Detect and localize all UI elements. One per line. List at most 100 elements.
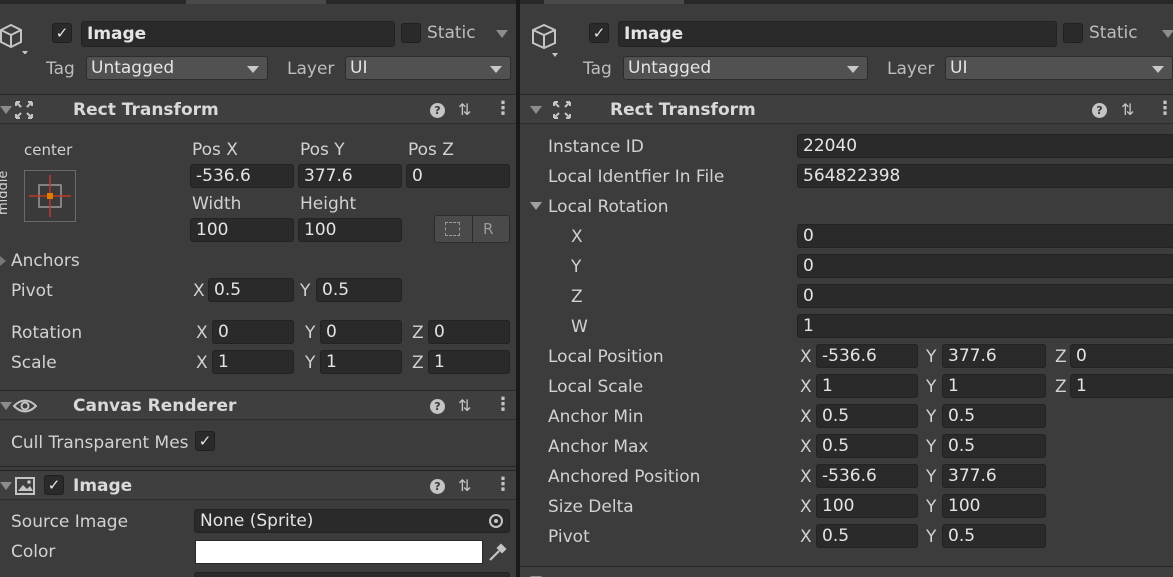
static-dropdown-arrow-icon[interactable] — [1162, 30, 1173, 38]
size-delta-x-field[interactable]: 100 — [816, 494, 918, 518]
pivot-y-field[interactable]: 0.5 — [942, 524, 1046, 548]
rotation-w-label: W — [571, 317, 588, 337]
anchor-preset-button[interactable] — [24, 170, 76, 222]
help-icon[interactable]: ? — [430, 103, 445, 118]
pivot-y-field[interactable]: 0.5 — [316, 278, 402, 302]
rect-transform-header[interactable]: Rect Transform ? ⇅ ⋮ — [0, 94, 516, 124]
pivot-label: Pivot — [548, 527, 590, 547]
cull-transparent-checkbox[interactable]: ✓ — [195, 431, 215, 451]
local-rotation-label[interactable]: Local Rotation — [548, 196, 669, 218]
size-delta-y-field[interactable]: 100 — [942, 494, 1046, 518]
object-picker-icon[interactable] — [489, 514, 503, 528]
next-component-header-partial[interactable] — [520, 566, 1173, 577]
pivot-x-field[interactable]: 0.5 — [208, 278, 294, 302]
pos-z-field[interactable]: 0 — [406, 164, 510, 188]
kebab-menu-icon[interactable]: ⋮ — [494, 395, 512, 415]
foldout-arrow-icon[interactable] — [0, 402, 12, 410]
foldout-arrow-icon[interactable] — [530, 106, 542, 114]
rotation-x-field[interactable]: 0 — [797, 224, 1173, 248]
local-position-y-field[interactable]: 377.6 — [942, 344, 1046, 368]
width-field[interactable]: 100 — [190, 218, 294, 242]
height-field[interactable]: 100 — [298, 218, 402, 242]
layer-dropdown[interactable]: UI — [945, 56, 1173, 80]
preset-sliders-icon[interactable]: ⇅ — [458, 396, 471, 416]
image-component-header[interactable]: ✓ Image ? ⇅ ⋮ — [0, 470, 516, 500]
local-scale-z-field[interactable]: 1 — [1070, 374, 1173, 398]
kebab-menu-icon[interactable]: ⋮ — [1156, 99, 1173, 119]
help-icon[interactable]: ? — [430, 479, 445, 494]
anchor-max-x-field[interactable]: 0.5 — [816, 434, 918, 458]
anchor-preset-icon — [29, 175, 71, 217]
tag-dropdown[interactable]: Untagged — [623, 56, 868, 80]
material-field-partial[interactable] — [194, 572, 510, 577]
anchored-position-y-field[interactable]: 377.6 — [942, 464, 1046, 488]
rotation-y-field[interactable]: 0 — [797, 254, 1173, 278]
button-divider — [472, 216, 473, 242]
local-position-z-field[interactable]: 0 — [1070, 344, 1173, 368]
rotation-x-label: X — [571, 227, 583, 247]
rotation-y-field[interactable]: 0 — [320, 320, 402, 344]
color-swatch[interactable] — [195, 540, 483, 564]
static-dropdown-arrow-icon[interactable] — [496, 30, 508, 38]
gameobject-cube-icon[interactable] — [530, 20, 560, 60]
anchored-position-x-field[interactable]: -536.6 — [816, 464, 918, 488]
tag-dropdown[interactable]: Untagged — [86, 56, 268, 80]
edit-buttons-group: R — [434, 215, 510, 243]
pos-x-field[interactable]: -536.6 — [190, 164, 294, 188]
gameobject-cube-icon[interactable] — [0, 20, 30, 55]
kebab-menu-icon[interactable]: ⋮ — [494, 475, 512, 495]
local-rotation-foldout-icon[interactable] — [530, 202, 542, 210]
active-tab[interactable] — [186, 0, 326, 4]
raw-edit-button[interactable]: R — [483, 218, 493, 240]
pos-y-field[interactable]: 377.6 — [298, 164, 402, 188]
local-identifier-field[interactable]: 564822398 — [797, 164, 1173, 188]
preset-sliders-icon[interactable]: ⇅ — [1121, 100, 1134, 120]
foldout-arrow-icon[interactable] — [0, 106, 12, 114]
anchor-min-x-field[interactable]: 0.5 — [816, 404, 918, 428]
eyedropper-icon[interactable] — [487, 541, 507, 563]
layer-dropdown[interactable]: UI — [345, 56, 511, 80]
local-position-x-field[interactable]: -536.6 — [816, 344, 918, 368]
active-checkbox[interactable]: ✓ — [52, 23, 72, 43]
source-image-label: Source Image — [11, 512, 129, 532]
image-enabled-checkbox[interactable]: ✓ — [44, 475, 64, 495]
source-image-field[interactable]: None (Sprite) — [194, 509, 510, 533]
anchors-label[interactable]: Anchors — [11, 250, 80, 272]
image-component-title: Image — [73, 476, 133, 496]
blueprint-mode-button[interactable] — [445, 222, 460, 236]
scale-y-field[interactable]: 1 — [320, 350, 402, 374]
canvas-renderer-header[interactable]: Canvas Renderer ? ⇅ ⋮ — [0, 390, 516, 420]
pivot-x-field[interactable]: 0.5 — [816, 524, 918, 548]
preset-sliders-icon[interactable]: ⇅ — [458, 476, 471, 496]
active-checkbox[interactable]: ✓ — [589, 23, 609, 43]
height-label: Height — [300, 194, 357, 214]
scale-x-field[interactable]: 1 — [212, 350, 294, 374]
object-name-field[interactable]: Image — [81, 21, 395, 47]
scale-z-field[interactable]: 1 — [428, 350, 510, 374]
rotation-w-field[interactable]: 1 — [797, 314, 1173, 338]
anchors-foldout-icon[interactable] — [0, 256, 6, 266]
object-name-field[interactable]: Image — [618, 21, 1057, 47]
tag-label: Tag — [583, 59, 612, 79]
static-checkbox[interactable] — [1063, 23, 1083, 43]
anchor-min-y-field[interactable]: 0.5 — [942, 404, 1046, 428]
static-checkbox[interactable] — [401, 23, 421, 43]
local-scale-y-field[interactable]: 1 — [942, 374, 1046, 398]
local-scale-x-field[interactable]: 1 — [816, 374, 918, 398]
anchor-max-y-field[interactable]: 0.5 — [942, 434, 1046, 458]
kebab-menu-icon[interactable]: ⋮ — [494, 99, 512, 119]
inspector-left: ✓ Image Static Tag Untagged Layer UI Rec… — [0, 0, 516, 577]
foldout-arrow-icon[interactable] — [0, 482, 12, 490]
eye-icon — [12, 397, 38, 415]
active-tab[interactable] — [544, 0, 684, 4]
rotation-z-field[interactable]: 0 — [428, 320, 510, 344]
rect-transform-header[interactable]: Rect Transform ? ⇅ ⋮ — [520, 94, 1173, 124]
local-scale-label: Local Scale — [548, 377, 644, 397]
instance-id-field[interactable]: 22040 — [797, 134, 1173, 158]
rotation-x-field[interactable]: 0 — [212, 320, 294, 344]
preset-sliders-icon[interactable]: ⇅ — [458, 100, 471, 120]
rect-transform-icon — [14, 100, 34, 120]
rotation-z-field[interactable]: 0 — [797, 284, 1173, 308]
help-icon[interactable]: ? — [430, 399, 445, 414]
help-icon[interactable]: ? — [1092, 103, 1107, 118]
